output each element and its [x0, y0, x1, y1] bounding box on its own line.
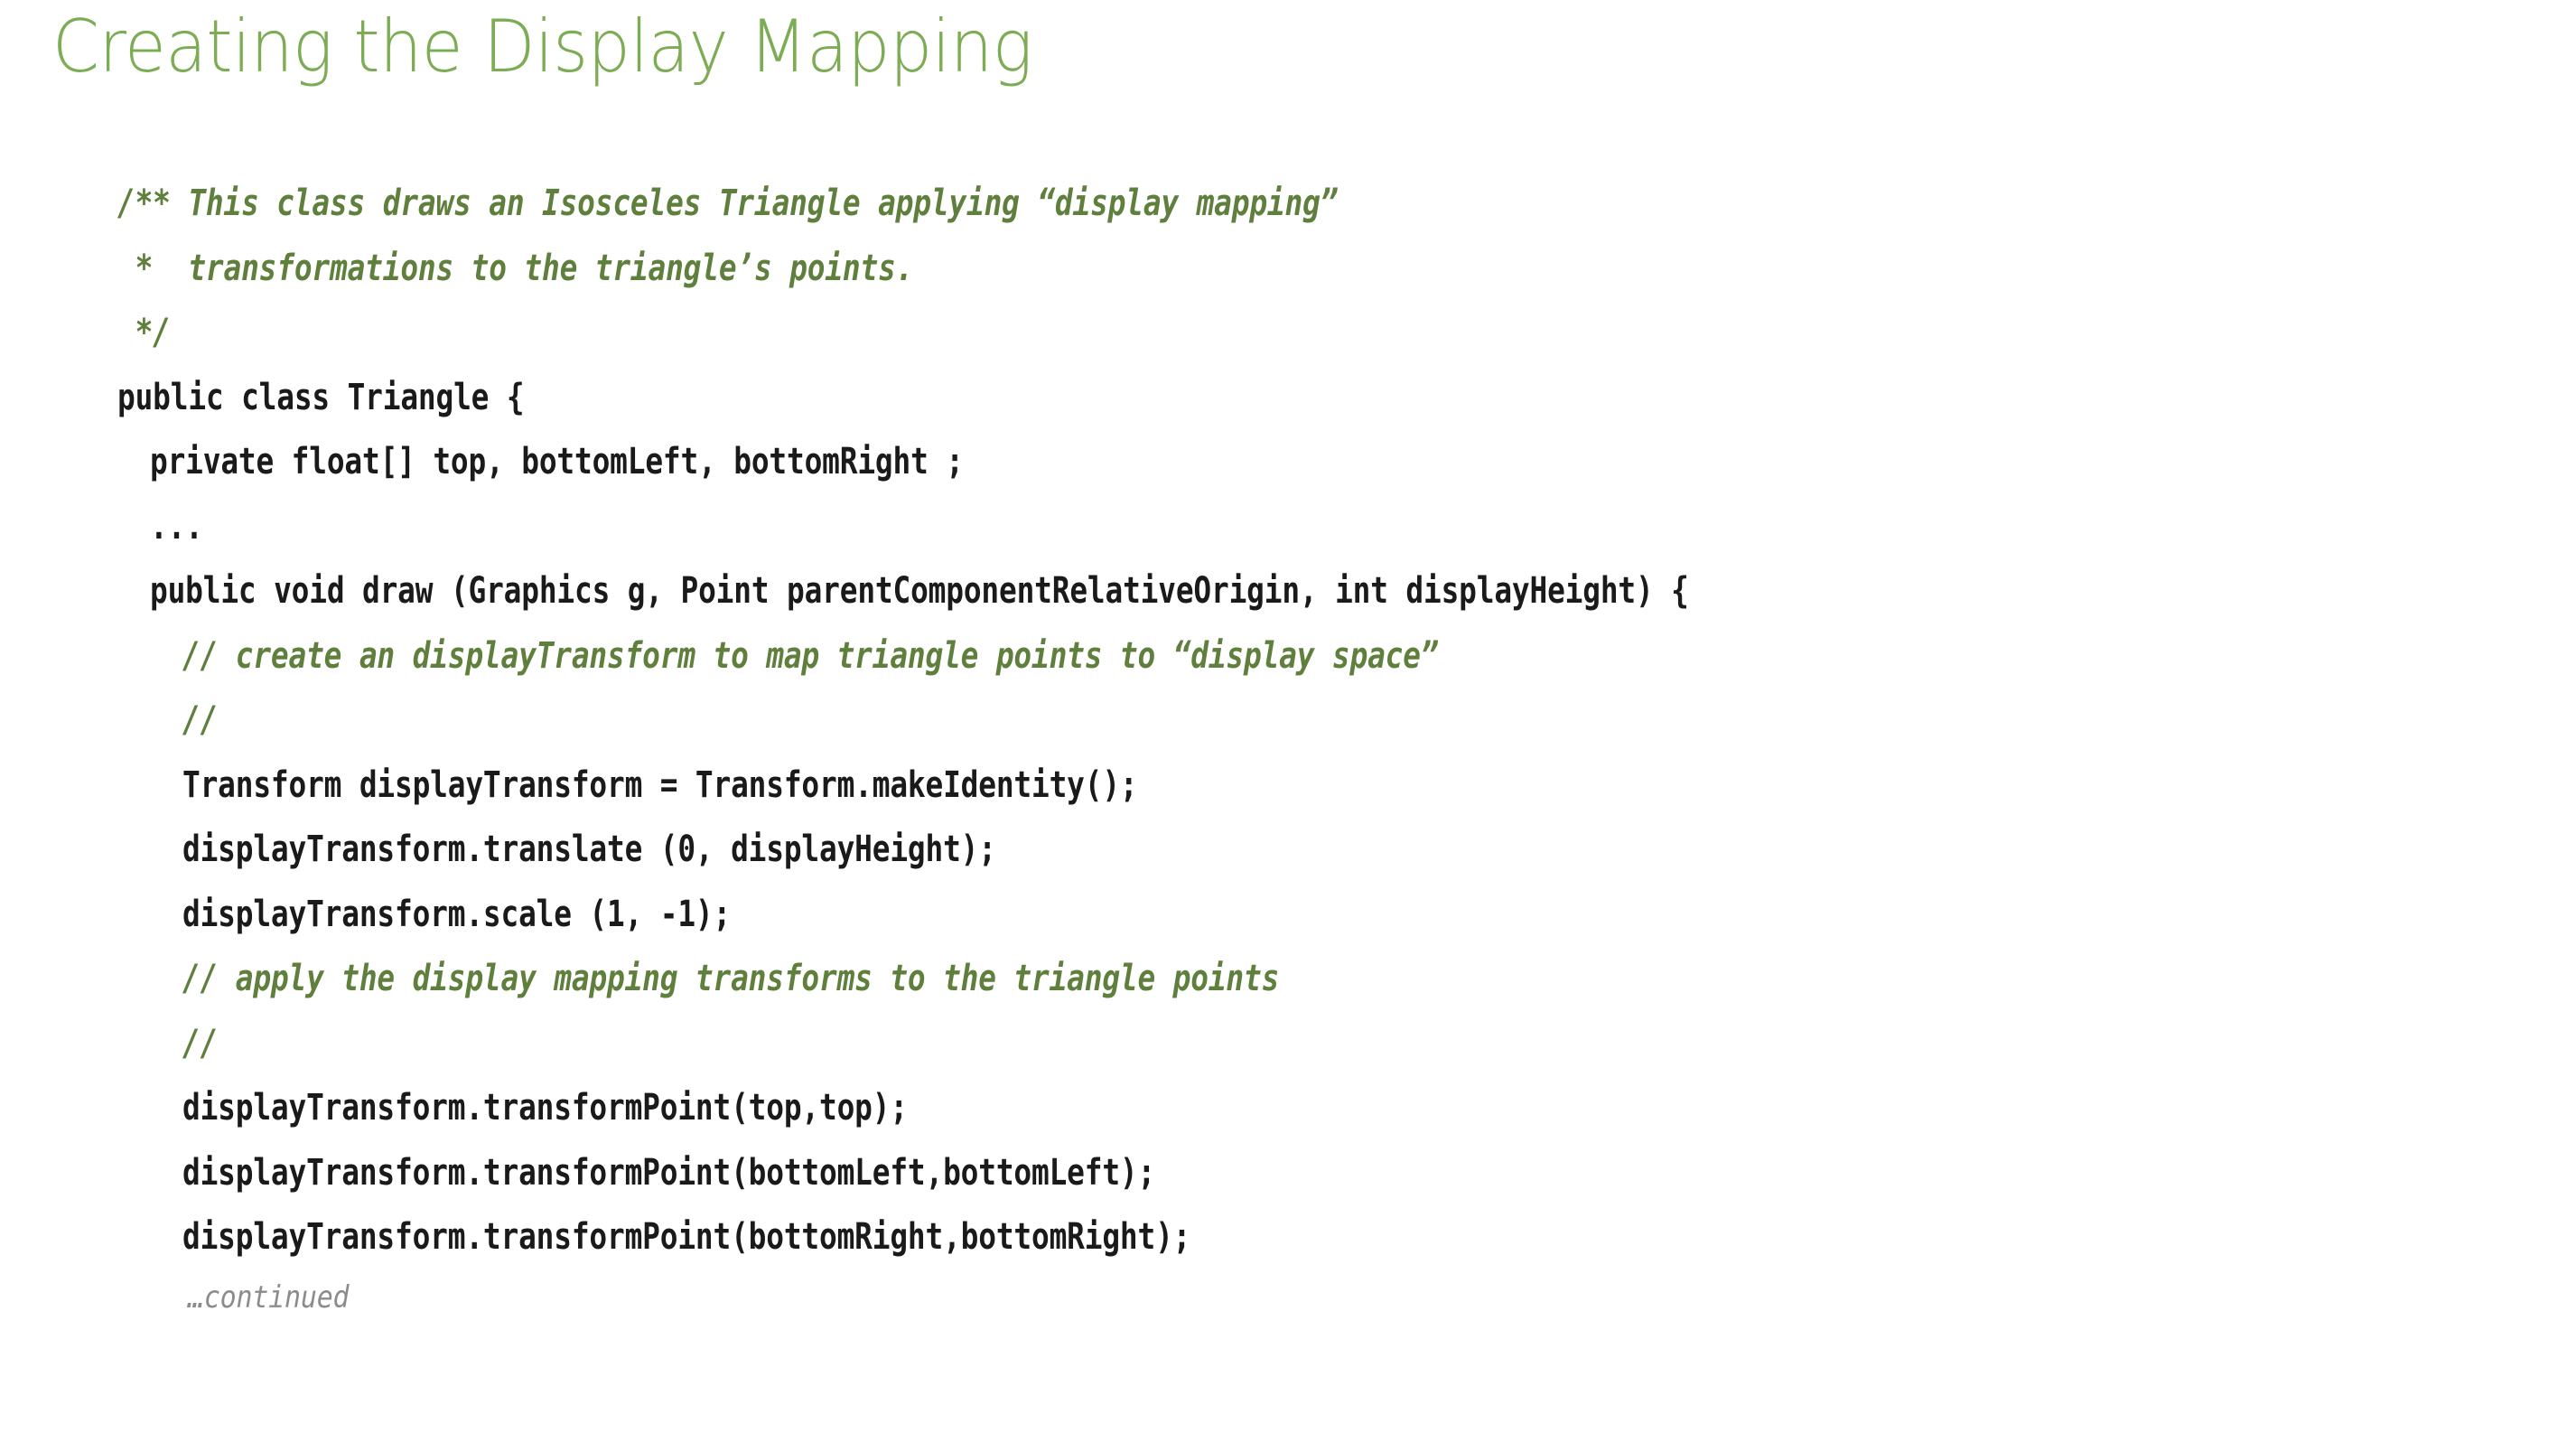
slide-canvas: Creating the Display Mapping /** This cl… — [0, 0, 2576, 1433]
code-line: ... — [150, 505, 203, 548]
code-line: // — [182, 699, 219, 741]
code-line: /** This class draws an Isosceles Triang… — [117, 183, 1339, 224]
code-line: // apply the display mapping transforms … — [182, 958, 1280, 999]
code-line: displayTransform.transformPoint(bottomRi… — [182, 1216, 1191, 1258]
code-line: displayTransform.translate (0, displayHe… — [182, 829, 996, 870]
code-line: * transformations to the triangle’s poin… — [117, 247, 914, 289]
code-block: /** This class draws an Isosceles Triang… — [117, 172, 2556, 1325]
code-line: Transform displayTransform = Transform.m… — [182, 763, 1138, 806]
code-line: */ — [117, 312, 171, 353]
code-line: displayTransform.transformPoint(top,top)… — [182, 1087, 908, 1129]
code-line: public class Triangle { — [117, 376, 525, 418]
code-line: displayTransform.scale (1, -1); — [182, 893, 732, 935]
code-line: public void draw (Graphics g, Point pare… — [150, 570, 1689, 612]
code-line: …continued — [188, 1278, 350, 1316]
code-line: private float[] top, bottomLeft, bottomR… — [150, 441, 964, 482]
code-line: // create an displayTransform to map tri… — [182, 634, 1439, 677]
page-title: Creating the Display Mapping — [52, 5, 1032, 89]
code-line: displayTransform.transformPoint(bottomLe… — [182, 1151, 1156, 1194]
code-line: // — [182, 1022, 219, 1064]
